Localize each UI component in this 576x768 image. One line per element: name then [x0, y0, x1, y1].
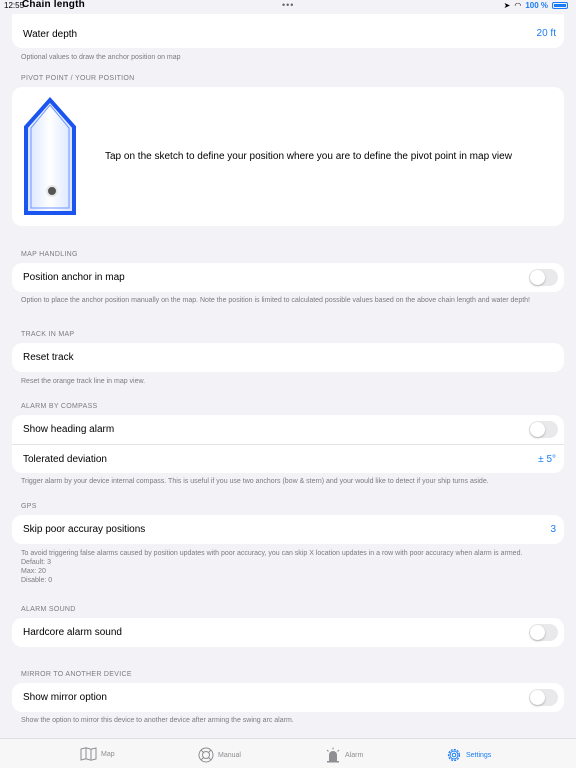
- map-handling-footnote: Option to place the anchor position manu…: [21, 297, 530, 304]
- section-header-map-handling: MAP HANDLING: [21, 251, 78, 258]
- location-icon: ➤: [503, 1, 511, 10]
- alarm-sound-card: Hardcore alarm sound: [12, 618, 564, 647]
- lifebuoy-icon: [198, 747, 214, 763]
- position-anchor-row[interactable]: Position anchor in map: [12, 263, 564, 292]
- section-header-track: TRACK IN MAP: [21, 331, 75, 338]
- tolerated-deviation-value[interactable]: ± 5°: [538, 454, 556, 465]
- pivot-instruction: Tap on the sketch to define your positio…: [105, 151, 512, 162]
- skip-poor-row[interactable]: Skip poor accuray positions 3: [12, 515, 564, 544]
- skip-poor-label: Skip poor accuray positions: [23, 524, 146, 535]
- toggle-knob: [530, 270, 545, 285]
- section-header-compass: ALARM BY COMPASS: [21, 403, 98, 410]
- tab-alarm[interactable]: Alarm: [325, 747, 363, 763]
- pivot-card[interactable]: Tap on the sketch to define your positio…: [12, 87, 564, 226]
- wifi-icon: ◠: [514, 1, 522, 10]
- map-icon: [80, 747, 97, 761]
- section-header-gps: GPS: [21, 503, 37, 510]
- tab-manual-label: Manual: [218, 751, 241, 759]
- gps-footnote-text: To avoid triggering false alarms caused …: [21, 550, 523, 557]
- tab-map-label: Map: [101, 750, 115, 758]
- alarm-light-icon: [326, 747, 340, 763]
- status-bar: 12:55 Chain length ••• ➤ ◠ 100 %: [0, 0, 576, 12]
- toggle-knob: [530, 422, 545, 437]
- gps-footnote-default: Default: 3: [21, 559, 51, 566]
- gear-icon: [447, 748, 461, 762]
- show-mirror-row[interactable]: Show mirror option: [12, 683, 564, 712]
- page-title: Chain length: [22, 0, 85, 10]
- gps-card: Skip poor accuray positions 3: [12, 515, 564, 544]
- show-heading-row[interactable]: Show heading alarm: [12, 415, 564, 444]
- multitasking-dots[interactable]: •••: [282, 0, 294, 10]
- mirror-card: Show mirror option: [12, 683, 564, 712]
- compass-footnote: Trigger alarm by your device internal co…: [21, 478, 489, 485]
- mirror-footnote: Show the option to mirror this device to…: [21, 717, 294, 724]
- section-header-mirror: MIRROR TO ANOTHER DEVICE: [21, 671, 132, 678]
- section-header-pivot: PIVOT POINT / YOUR POSITION: [21, 75, 135, 82]
- tab-manual[interactable]: Manual: [198, 747, 241, 763]
- reset-track-row[interactable]: Reset track: [12, 343, 564, 372]
- tab-settings-label: Settings: [466, 751, 492, 759]
- water-depth-footnote: Optional values to draw the anchor posit…: [21, 54, 181, 61]
- position-anchor-label: Position anchor in map: [23, 272, 125, 283]
- water-depth-value[interactable]: 20 ft: [537, 28, 556, 39]
- toggle-knob: [530, 625, 545, 640]
- boat-sketch[interactable]: [22, 97, 78, 217]
- gps-footnote-max: Max: 20: [21, 568, 46, 575]
- tab-map[interactable]: Map: [80, 747, 115, 761]
- map-handling-card: Position anchor in map: [12, 263, 564, 292]
- reset-track-label: Reset track: [23, 352, 74, 363]
- battery-percent: 100 %: [525, 1, 548, 10]
- track-card: Reset track: [12, 343, 564, 372]
- hardcore-sound-label: Hardcore alarm sound: [23, 627, 122, 638]
- water-depth-row[interactable]: Water depth 20 ft: [12, 14, 564, 48]
- tolerated-deviation-label: Tolerated deviation: [23, 453, 107, 465]
- tab-bar: Map Manual Alarm Settings: [0, 738, 576, 768]
- track-footnote: Reset the orange track line in map view.: [21, 378, 146, 385]
- water-depth-card: Water depth 20 ft: [12, 14, 564, 48]
- battery-icon: [552, 2, 568, 9]
- show-heading-toggle[interactable]: [529, 421, 558, 438]
- position-anchor-toggle[interactable]: [529, 269, 558, 286]
- skip-poor-value[interactable]: 3: [550, 524, 556, 535]
- compass-card: Show heading alarm Tolerated deviation ±…: [12, 415, 564, 473]
- hardcore-sound-toggle[interactable]: [529, 624, 558, 641]
- show-mirror-toggle[interactable]: [529, 689, 558, 706]
- hardcore-sound-row[interactable]: Hardcore alarm sound: [12, 618, 564, 647]
- tab-settings[interactable]: Settings: [446, 747, 491, 763]
- tolerated-deviation-row[interactable]: Tolerated deviation ± 5°: [12, 444, 564, 473]
- tab-alarm-label: Alarm: [345, 751, 364, 759]
- section-header-alarm-sound: ALARM SOUND: [21, 606, 76, 613]
- show-heading-label: Show heading alarm: [23, 424, 115, 435]
- gps-footnote: To avoid triggering false alarms caused …: [21, 549, 551, 585]
- gps-footnote-disable: Disable: 0: [21, 577, 53, 584]
- water-depth-label: Water depth: [23, 28, 78, 40]
- pivot-point-marker: [46, 185, 58, 197]
- status-indicators: ➤ ◠ 100 %: [504, 1, 568, 10]
- show-mirror-label: Show mirror option: [23, 692, 107, 703]
- toggle-knob: [530, 690, 545, 705]
